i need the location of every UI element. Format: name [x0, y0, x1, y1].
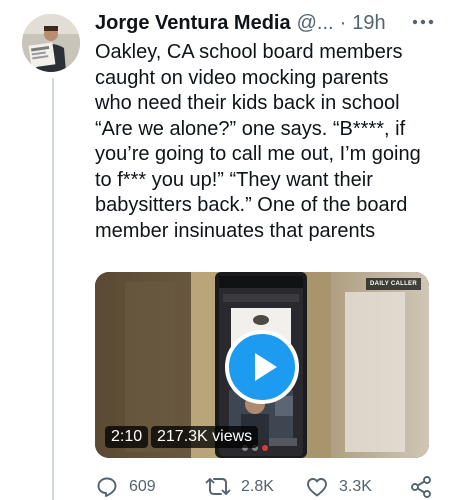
tweet-text-line: who need their kids back in school — [95, 92, 400, 114]
like-count: 3.3K — [339, 478, 372, 495]
video-views: 217.3K views — [151, 426, 259, 448]
author-handle[interactable]: @... — [297, 12, 334, 35]
tweet-text-line: “Are we alone?” one says. “B****, if — [95, 117, 406, 140]
reply-count: 609 — [129, 478, 156, 495]
timestamp[interactable]: 19h — [352, 12, 385, 35]
author-name[interactable]: Jorge Ventura Media — [95, 12, 291, 35]
more-icon[interactable] — [410, 12, 436, 32]
video-player[interactable]: DAILY CALLER 2:10 217.3K views — [95, 272, 429, 458]
tweet-text-line: member insinuates that parents — [95, 219, 376, 242]
action-bar: 609 2.8K 3.3K — [95, 474, 440, 500]
tweet-text-line: to f*** you up!” “They want their — [95, 168, 373, 191]
tweet-text-line: Oakley, CA school board members — [95, 41, 403, 63]
play-icon — [255, 353, 277, 381]
like-button[interactable]: 3.3K — [305, 474, 372, 500]
avatar[interactable] — [22, 14, 80, 72]
retweet-button[interactable]: 2.8K — [205, 474, 274, 500]
tweet-text-line: caught on video mocking parents — [95, 66, 389, 89]
tweet-header: Jorge Ventura Media @... · 19h — [95, 8, 440, 38]
play-button[interactable] — [225, 330, 299, 404]
source-badge: DAILY CALLER — [366, 278, 421, 290]
reply-button[interactable]: 609 — [95, 474, 156, 500]
video-duration: 2:10 — [105, 426, 149, 448]
separator-dot: · — [339, 11, 347, 34]
retweet-count: 2.8K — [241, 478, 274, 495]
reply-icon — [97, 477, 117, 497]
share-button[interactable] — [409, 474, 433, 500]
tweet-text-line: you’re going to call me out, I’m going — [95, 143, 421, 165]
retweet-icon — [205, 478, 231, 495]
share-icon — [411, 476, 431, 498]
tweet-text-line: babysitters back.” One of the board — [95, 194, 408, 216]
tweet-text: Oakley, CA school board members caught o… — [95, 40, 440, 244]
thread-line — [52, 78, 54, 500]
heart-icon — [307, 478, 327, 497]
